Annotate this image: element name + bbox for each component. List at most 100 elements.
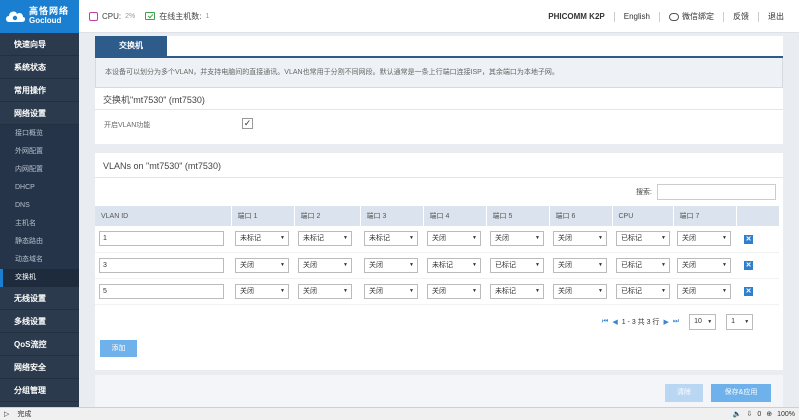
port-5-select[interactable]: 关闭	[490, 231, 544, 247]
add-vlan-button[interactable]: 添加	[100, 340, 137, 357]
switch-title: 交换机"mt7530" (mt7530)	[103, 95, 205, 105]
sidebar-sub-static-route[interactable]: 静态路由	[0, 233, 79, 251]
header-port-4: 端口 4	[423, 206, 487, 226]
cpu-select[interactable]: 已标记	[616, 257, 670, 273]
port-4-select[interactable]: 关闭	[427, 231, 481, 247]
sidebar-sub-wan-config[interactable]: 外网配置	[0, 143, 79, 161]
save-apply-button[interactable]: 保存&应用	[711, 384, 771, 402]
port-2-select[interactable]: 关闭	[298, 257, 352, 273]
port-1-select[interactable]: 未标记	[235, 231, 289, 247]
sidebar-item-security[interactable]: 网络安全	[0, 356, 79, 379]
port-4-select[interactable]: 未标记	[427, 257, 481, 273]
logo-cn: 高恪网络	[29, 6, 70, 16]
cell-port-2: 关闭	[294, 252, 360, 279]
cell-port-7: 关闭	[673, 278, 736, 305]
port-5-select[interactable]: 未标记	[490, 283, 544, 299]
zoom-level[interactable]: 100%	[777, 411, 795, 418]
pagination: ⏮ ◀ 1 - 3 共 3 行 ▶ ⏭ 10 1	[602, 314, 754, 330]
port-3-select[interactable]: 未标记	[364, 231, 418, 247]
port-5-select[interactable]: 已标记	[490, 257, 544, 273]
wechat-bind-link[interactable]: 微信绑定	[659, 11, 723, 22]
sidebar-sub-interface-overview[interactable]: 接口概览	[0, 125, 79, 143]
sidebar-item-network-settings[interactable]: 网络设置	[0, 102, 79, 125]
port-2-select[interactable]: 未标记	[298, 231, 352, 247]
header-port-1: 端口 1	[231, 206, 295, 226]
last-page-icon[interactable]: ⏭	[673, 318, 679, 326]
enable-vlan-checkbox[interactable]: ✓	[242, 118, 253, 129]
cpu-stat: CPU: 2%	[89, 11, 135, 21]
header-actions	[736, 206, 780, 226]
next-page-icon[interactable]: ▶	[663, 318, 668, 326]
table-row: 5 关闭 关闭 关闭 关闭 未标记 关闭 已标记 关闭 ✕	[95, 278, 779, 305]
cell-port-3: 未标记	[360, 226, 423, 253]
prev-page-icon[interactable]: ◀	[612, 318, 617, 326]
delete-row-icon[interactable]: ✕	[744, 234, 753, 244]
port-7-select[interactable]: 关闭	[677, 231, 731, 247]
logo[interactable]: 高恪网络 Gocloud	[0, 0, 79, 33]
feedback-link[interactable]: 反馈	[723, 11, 758, 22]
first-page-icon[interactable]: ⏮	[602, 318, 608, 326]
volume-icon[interactable]: 🔈	[733, 410, 742, 418]
sidebar-sub-dhcp[interactable]: DHCP	[0, 179, 79, 197]
header-cpu: CPU	[612, 206, 674, 226]
sidebar-item-common-ops[interactable]: 常用操作	[0, 79, 79, 102]
sidebar-sub-lan-config[interactable]: 内网配置	[0, 161, 79, 179]
port-3-select[interactable]: 关闭	[364, 257, 418, 273]
language-link[interactable]: English	[613, 11, 659, 22]
zoom-icon[interactable]: ⊕	[766, 410, 772, 418]
clear-button[interactable]: 清除	[665, 384, 703, 402]
sidebar-item-multi-wan[interactable]: 多线设置	[0, 310, 79, 333]
port-1-select[interactable]: 关闭	[235, 283, 289, 299]
sidebar-item-group-mgmt[interactable]: 分组管理	[0, 379, 79, 402]
cell-port-3: 关闭	[360, 252, 423, 279]
port-4-select[interactable]: 关闭	[427, 283, 481, 299]
cell-port-5: 未标记	[486, 278, 549, 305]
sidebar-item-qos[interactable]: QoS流控	[0, 333, 79, 356]
sidebar-sub-dns[interactable]: DNS	[0, 197, 79, 215]
panel-toggle-icon[interactable]: ▷	[4, 410, 9, 418]
port-7-select[interactable]: 关闭	[677, 283, 731, 299]
vlan-table: VLAN ID 端口 1 端口 2 端口 3 端口 4 端口 5 端口 6 CP…	[95, 206, 780, 305]
vlans-title: VLANs on "mt7530" (mt7530)	[103, 161, 221, 171]
port-6-select[interactable]: 关闭	[553, 283, 607, 299]
port-2-select[interactable]: 关闭	[298, 283, 352, 299]
table-row: 3 关闭 关闭 关闭 未标记 已标记 关闭 已标记 关闭 ✕	[95, 252, 779, 279]
download-icon[interactable]: ⇩	[746, 410, 752, 418]
cell-vlan-id: 1	[95, 226, 231, 253]
port-3-select[interactable]: 关闭	[364, 283, 418, 299]
cell-port-4: 关闭	[423, 278, 486, 305]
port-7-select[interactable]: 关闭	[677, 257, 731, 273]
cpu-select[interactable]: 已标记	[616, 231, 670, 247]
sidebar-sub-hostname[interactable]: 主机名	[0, 215, 79, 233]
tab-switch[interactable]: 交换机	[95, 36, 167, 56]
cell-port-7: 关闭	[673, 226, 736, 253]
vlan-id-input[interactable]: 5	[99, 283, 224, 299]
cell-vlan-id: 3	[95, 252, 231, 279]
top-bar: 高恪网络 Gocloud CPU: 2% 在线主机数: 1 PHICOMM K2…	[0, 0, 799, 33]
device-name: PHICOMM K2P	[548, 11, 605, 21]
vlan-id-input[interactable]: 3	[99, 257, 224, 273]
port-6-select[interactable]: 关闭	[553, 231, 607, 247]
cell-port-2: 关闭	[294, 278, 360, 305]
cpu-select[interactable]: 已标记	[616, 283, 670, 299]
sidebar-sub-ddns[interactable]: 动态域名	[0, 251, 79, 269]
search-label: 搜索:	[636, 189, 652, 196]
port-1-select[interactable]: 关闭	[235, 257, 289, 273]
delete-row-icon[interactable]: ✕	[744, 261, 753, 270]
port-6-select[interactable]: 关闭	[553, 257, 607, 273]
sidebar-item-system-status[interactable]: 系统状态	[0, 56, 79, 79]
cell-port-4: 关闭	[423, 226, 486, 253]
main-content: 交换机 本设备可以划分为多个VLAN，并支持电脑间的直接通讯。VLAN也常用于分…	[79, 33, 799, 407]
cell-port-6: 关闭	[549, 226, 612, 253]
logout-link[interactable]: 退出	[758, 11, 793, 22]
page-select[interactable]: 1	[726, 314, 754, 330]
delete-row-icon[interactable]: ✕	[744, 287, 753, 296]
search-input[interactable]	[657, 184, 776, 200]
sidebar-item-quick-wizard[interactable]: 快速向导	[0, 33, 79, 56]
sidebar-sub-switch[interactable]: 交换机	[0, 269, 79, 287]
cell-actions: ✕	[736, 252, 779, 279]
vlan-id-input[interactable]: 1	[99, 231, 224, 247]
sidebar-item-wireless[interactable]: 无线设置	[0, 287, 79, 310]
page-size-select[interactable]: 10	[689, 314, 717, 330]
cloud-logo-icon	[6, 11, 26, 22]
